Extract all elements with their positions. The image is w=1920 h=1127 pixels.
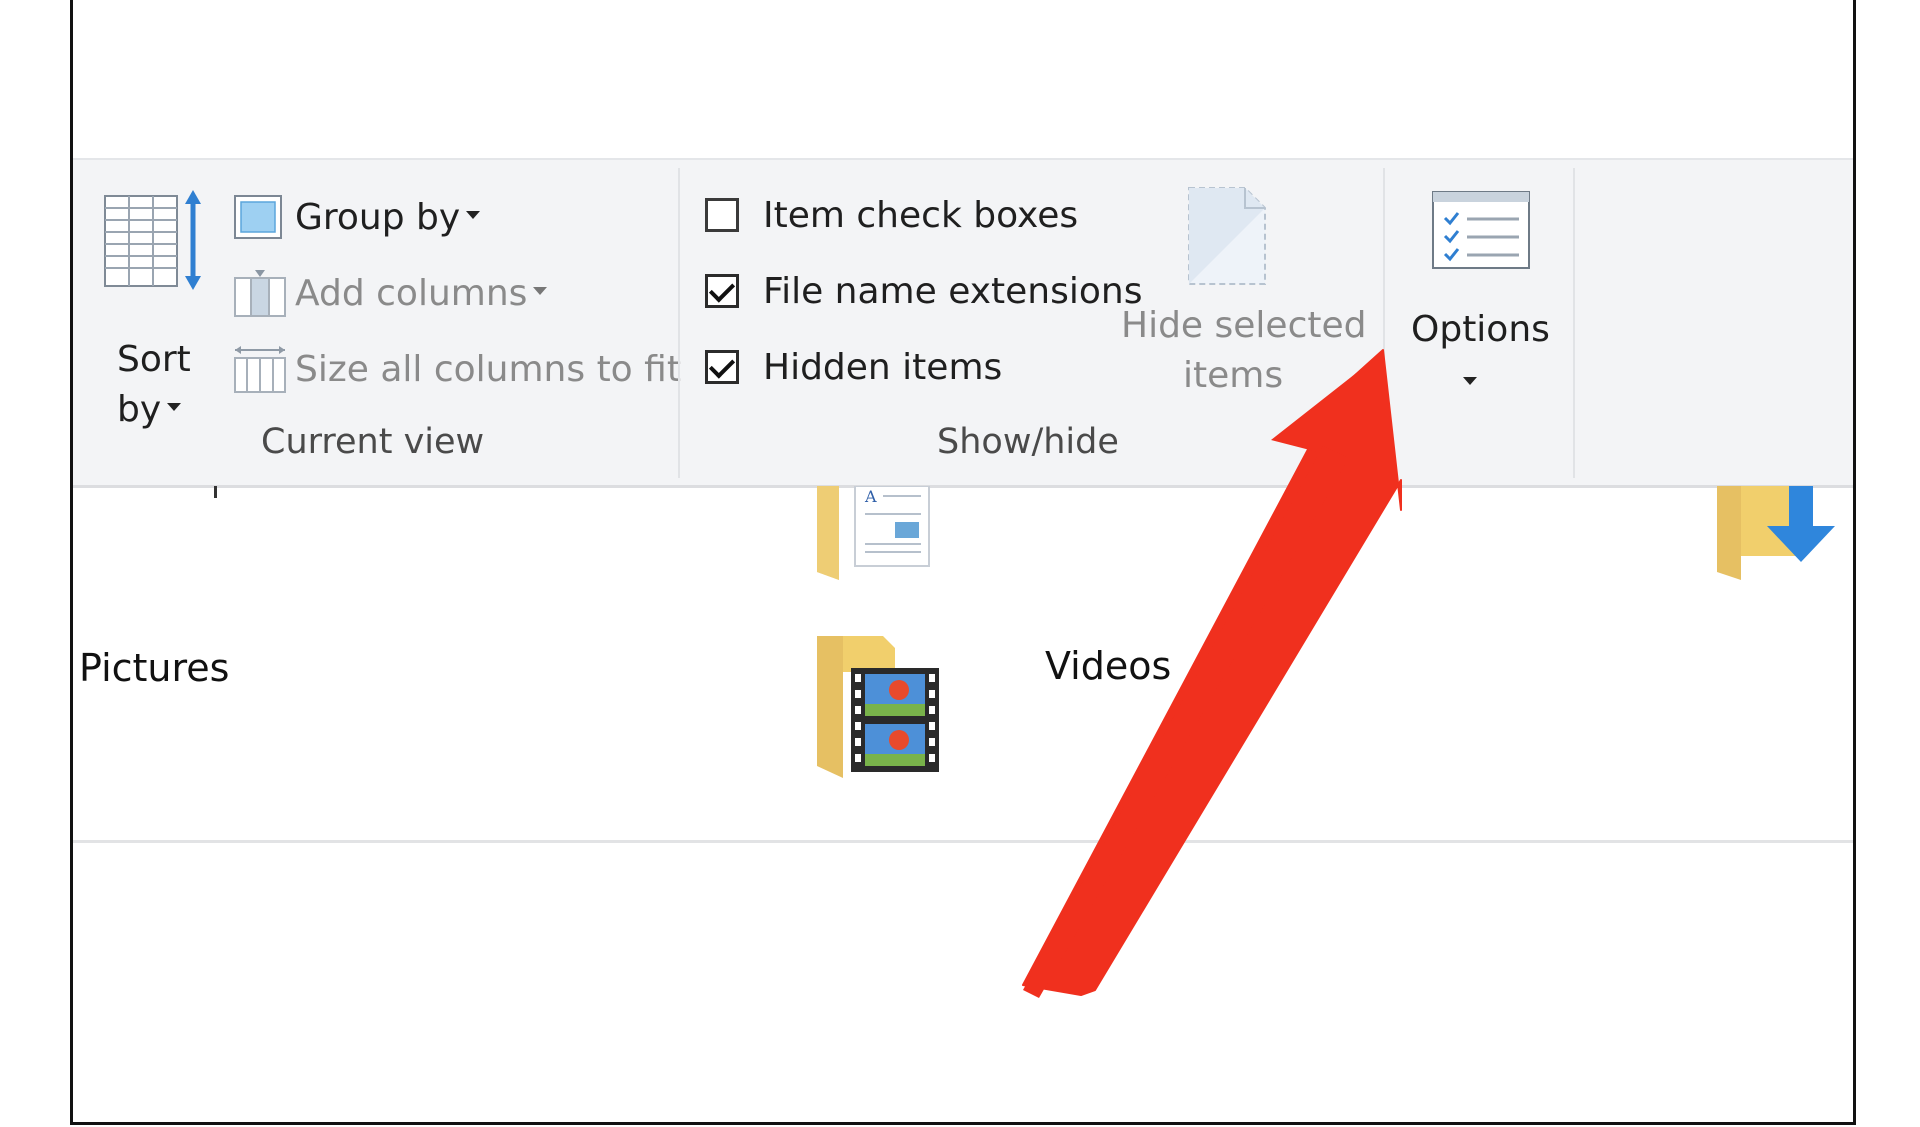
screenshot-stage: Sort by Group by Add columns Size all co… xyxy=(0,0,1920,1127)
explorer-window: Sort by Group by Add columns Size all co… xyxy=(70,0,1856,1125)
arrow-shaft xyxy=(1023,446,1349,998)
red-arrow-annotation xyxy=(1022,349,1402,998)
